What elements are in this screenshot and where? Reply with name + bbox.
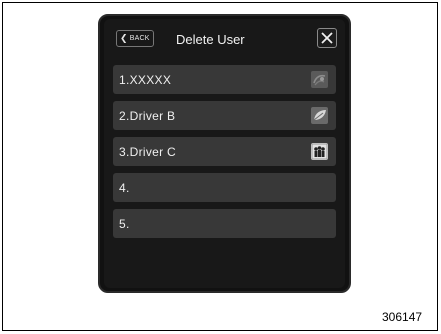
family-avatar-icon — [311, 143, 328, 160]
back-button-label: BACK — [129, 35, 150, 42]
user-row-label: 3.Driver C — [119, 144, 177, 159]
screen-header: ❮ BACK Delete User — [104, 19, 345, 61]
user-row-label: 2.Driver B — [119, 108, 176, 123]
user-row-1[interactable]: 1.XXXXX — [113, 65, 336, 94]
figure-number: 306147 — [382, 310, 423, 324]
user-row-label: 5. — [119, 216, 130, 231]
delete-user-screen: ❮ BACK Delete User 1.XXXXX 2.Driver B 3.… — [104, 19, 345, 288]
user-row-3[interactable]: 3.Driver C — [113, 137, 336, 166]
close-icon — [321, 32, 333, 44]
page-title: Delete User — [176, 32, 245, 47]
close-button[interactable] — [317, 28, 337, 48]
back-button[interactable]: ❮ BACK — [116, 30, 154, 47]
user-row-label: 1.XXXXX — [119, 72, 172, 87]
user-row-5[interactable]: 5. — [113, 209, 336, 238]
chevron-left-icon: ❮ — [120, 33, 128, 43]
user-row-2[interactable]: 2.Driver B — [113, 101, 336, 130]
leaf-avatar-icon — [311, 107, 328, 124]
user-row-4[interactable]: 4. — [113, 173, 336, 202]
abstract-avatar-icon — [311, 71, 328, 88]
user-row-label: 4. — [119, 180, 130, 195]
